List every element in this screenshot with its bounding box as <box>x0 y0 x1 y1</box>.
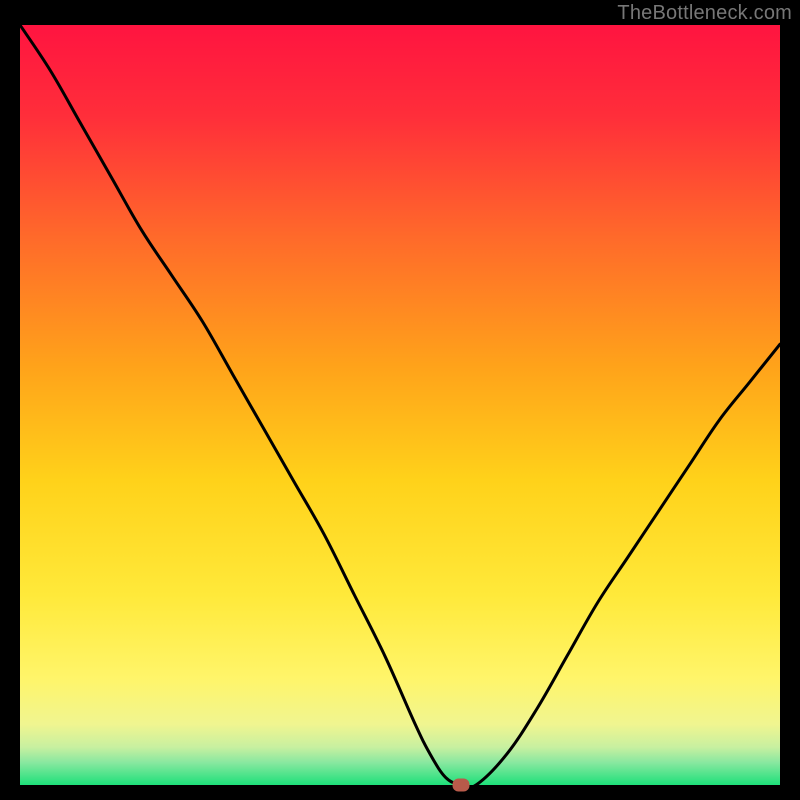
chart-frame: TheBottleneck.com <box>0 0 800 800</box>
sweet-spot-marker <box>452 779 469 792</box>
bottleneck-curve <box>20 25 780 785</box>
watermark-text: TheBottleneck.com <box>617 2 792 25</box>
plot-area <box>20 25 780 785</box>
